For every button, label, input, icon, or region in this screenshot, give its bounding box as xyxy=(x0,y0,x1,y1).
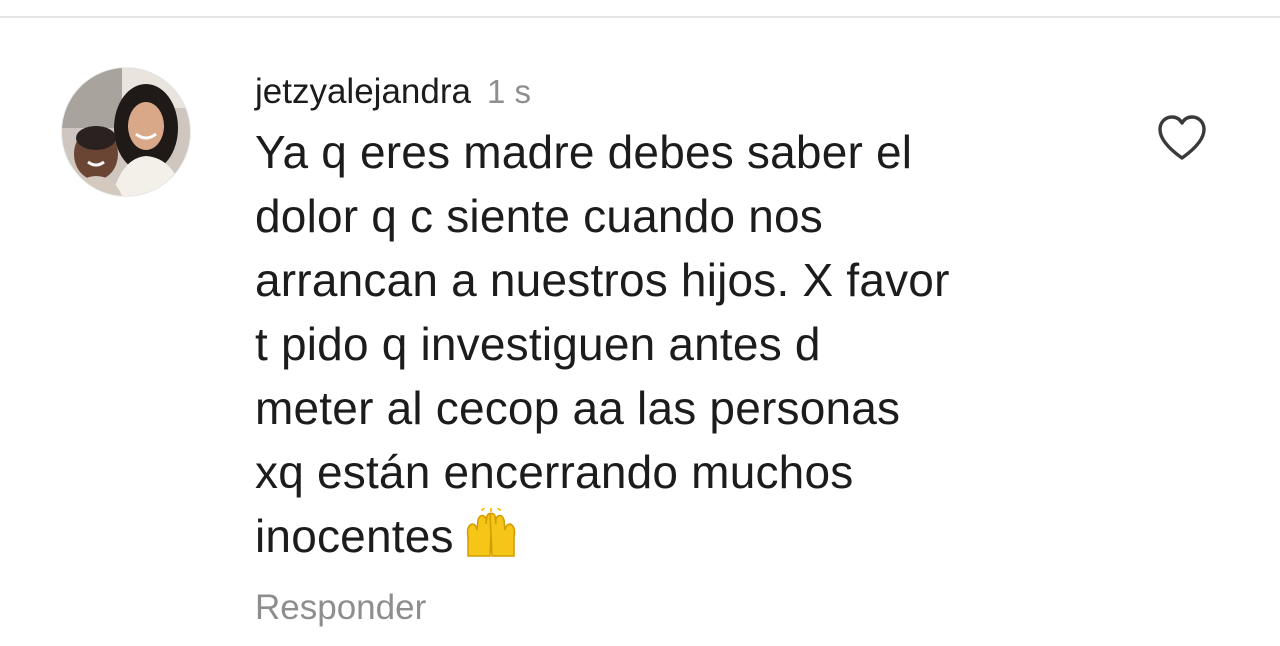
comment-username[interactable]: jetzyalejandra xyxy=(255,70,471,114)
raising-hands-icon xyxy=(462,507,520,558)
comment-body: jetzyalejandra 1 s Ya q eres madre debes… xyxy=(255,70,1075,568)
comment-header: jetzyalejandra 1 s xyxy=(255,70,1075,114)
top-divider xyxy=(0,16,1280,18)
reply-button[interactable]: Responder xyxy=(255,584,426,632)
avatar[interactable] xyxy=(62,68,190,196)
comment-text: Ya q eres madre debes saber el dolor q c… xyxy=(255,120,1075,568)
comment-timestamp: 1 s xyxy=(486,73,531,110)
heart-outline-icon xyxy=(1158,115,1206,160)
comment-text-content: Ya q eres madre debes saber el dolor q c… xyxy=(255,126,950,562)
avatar-photo xyxy=(62,68,190,196)
like-button[interactable] xyxy=(1152,110,1212,166)
